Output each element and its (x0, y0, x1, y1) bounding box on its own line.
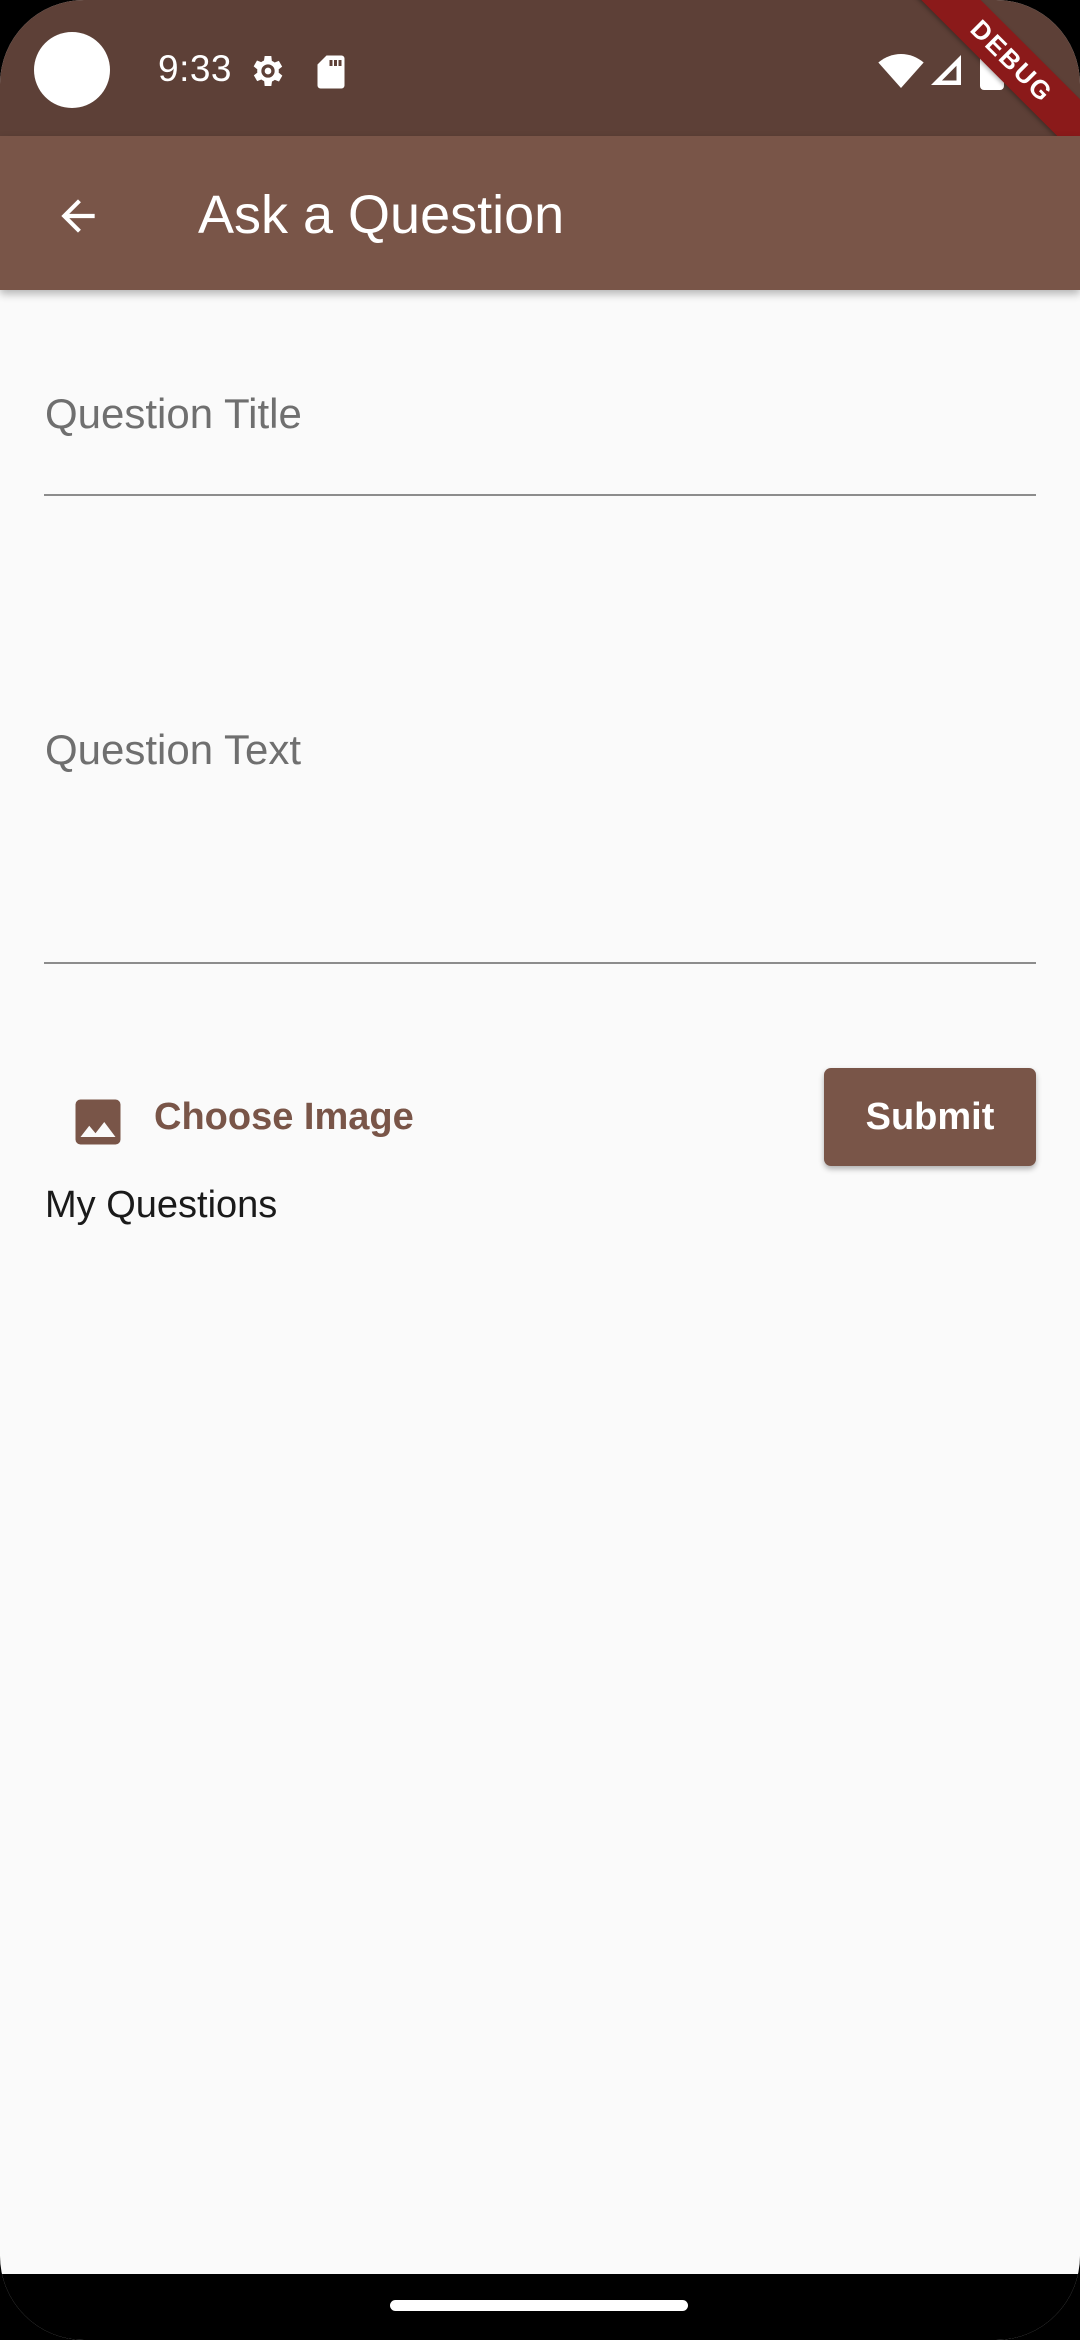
arrow-back-icon (61, 199, 95, 233)
sd-card-icon (317, 55, 345, 89)
app-screen: 9:33 DEBUG Ask a Question Question Title… (0, 0, 1080, 2340)
question-title-placeholder: Question Title (45, 390, 302, 437)
wifi-icon (878, 54, 924, 88)
question-title-underline (44, 494, 1036, 496)
home-indicator[interactable] (390, 2300, 688, 2311)
page-title: Ask a Question (198, 185, 565, 245)
my-questions-heading: My Questions (45, 1184, 278, 1226)
status-bar: 9:33 DEBUG (0, 0, 1080, 168)
gear-icon (253, 56, 283, 86)
signal-icon (931, 55, 961, 85)
status-time: 9:33 (158, 48, 233, 89)
question-text-placeholder: Question Text (45, 726, 302, 773)
choose-image-label: Choose Image (154, 1096, 414, 1138)
back-button[interactable] (36, 174, 120, 258)
camera-cutout (34, 32, 110, 108)
question-text-underline (44, 962, 1036, 964)
submit-button[interactable]: Submit (824, 1068, 1036, 1166)
image-icon (75, 1099, 121, 1145)
